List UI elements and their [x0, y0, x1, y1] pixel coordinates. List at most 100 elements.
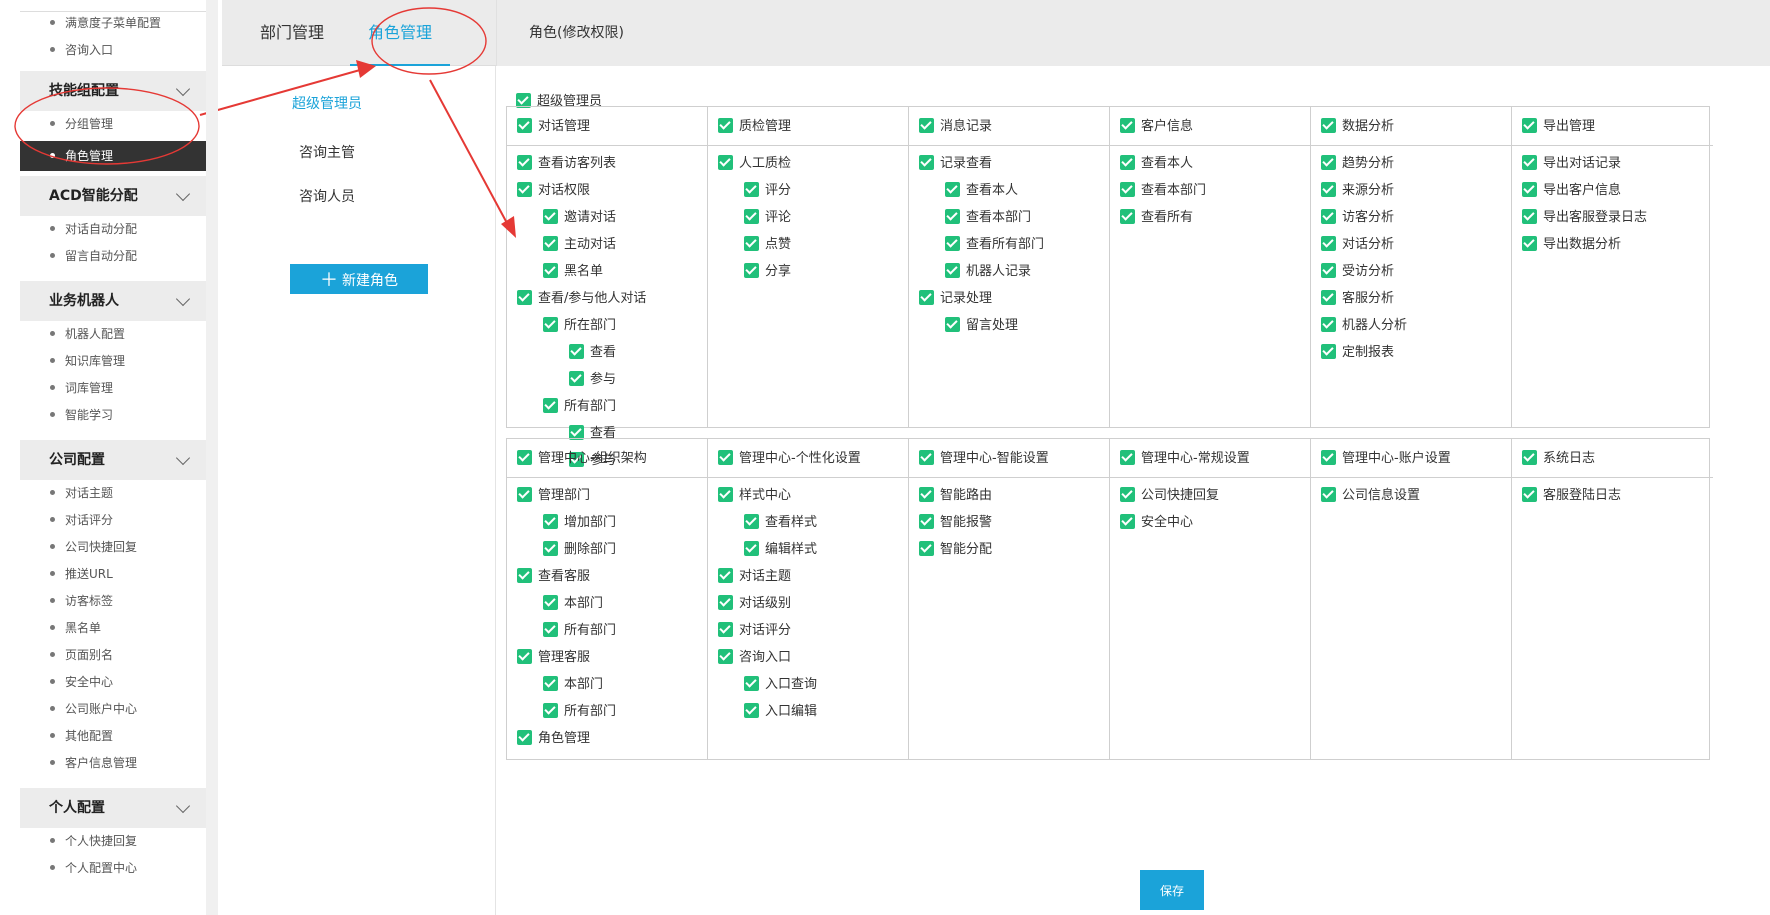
permission-item[interactable]: 样式中心 [708, 482, 908, 509]
sidebar-item[interactable]: 知识库管理 [50, 351, 125, 371]
sidebar-item[interactable]: 机器人配置 [50, 324, 125, 344]
permission-column-header[interactable]: 导出管理 [1512, 107, 1713, 146]
permission-item[interactable]: 邀请对话 [507, 204, 707, 231]
permission-column-header[interactable]: 对话管理 [507, 107, 707, 146]
sidebar-group-header[interactable]: 技能组配置 [20, 71, 207, 111]
permission-item[interactable]: 智能报警 [909, 509, 1109, 536]
sidebar-group-header[interactable]: 公司配置 [20, 440, 207, 480]
permission-item[interactable]: 管理部门 [507, 482, 707, 509]
sidebar-group-header[interactable]: ACD智能分配 [20, 176, 207, 216]
tab-role[interactable]: 角色管理 [350, 0, 450, 66]
permission-item[interactable]: 安全中心 [1110, 509, 1310, 536]
sidebar-item[interactable]: 访客标签 [50, 591, 113, 611]
permission-item[interactable]: 访客分析 [1311, 204, 1511, 231]
permission-item[interactable]: 对话级别 [708, 590, 908, 617]
sidebar-item[interactable]: 角色管理 [20, 141, 207, 171]
permission-item[interactable]: 客服分析 [1311, 285, 1511, 312]
sidebar-scrollbar[interactable] [206, 0, 218, 915]
permission-item[interactable]: 客服登陆日志 [1512, 482, 1713, 509]
sidebar-item[interactable]: 留言自动分配 [50, 246, 137, 266]
permission-item[interactable]: 本部门 [507, 671, 707, 698]
permission-item[interactable]: 趋势分析 [1311, 150, 1511, 177]
permission-item[interactable]: 导出客服登录日志 [1512, 204, 1713, 231]
permission-column-header[interactable]: 系统日志 [1512, 439, 1713, 478]
sidebar-group-header[interactable]: 业务机器人 [20, 281, 207, 321]
permission-item[interactable]: 记录查看 [909, 150, 1109, 177]
permission-item[interactable]: 定制报表 [1311, 339, 1511, 366]
permission-item[interactable]: 查看/参与他人对话 [507, 285, 707, 312]
sidebar-item[interactable]: 公司快捷回复 [50, 537, 137, 557]
sidebar-item[interactable]: 个人快捷回复 [50, 831, 137, 851]
sidebar-item[interactable]: 对话自动分配 [50, 219, 137, 239]
permission-item[interactable]: 增加部门 [507, 509, 707, 536]
permission-item[interactable]: 查看样式 [708, 509, 908, 536]
sidebar-item[interactable]: 对话评分 [50, 510, 113, 530]
permission-column-header[interactable]: 客户信息 [1110, 107, 1310, 146]
permission-item[interactable]: 角色管理 [507, 725, 707, 752]
sidebar-item[interactable]: 客户信息管理 [50, 753, 137, 773]
role-item-super-admin[interactable]: 超级管理员 [292, 93, 362, 113]
permission-column-header[interactable]: 管理中心-常规设置 [1110, 439, 1310, 478]
permission-item[interactable]: 智能分配 [909, 536, 1109, 563]
permission-item[interactable]: 查看本人 [909, 177, 1109, 204]
permission-item[interactable]: 查看 [507, 339, 707, 366]
role-item-consult-staff[interactable]: 咨询人员 [299, 186, 355, 206]
sidebar-item[interactable]: 推送URL [50, 564, 113, 584]
permission-column-header[interactable]: 管理中心-组织架构 [507, 439, 707, 478]
new-role-button[interactable]: ＋新建角色 [290, 264, 428, 294]
permission-item[interactable]: 机器人分析 [1311, 312, 1511, 339]
permission-item[interactable]: 所有部门 [507, 617, 707, 644]
permission-item[interactable]: 导出数据分析 [1512, 231, 1713, 258]
permission-item[interactable]: 删除部门 [507, 536, 707, 563]
sidebar-item[interactable]: 个人配置中心 [50, 858, 137, 878]
permission-item[interactable]: 分享 [708, 258, 908, 285]
permission-item[interactable]: 管理客服 [507, 644, 707, 671]
permission-item[interactable]: 对话分析 [1311, 231, 1511, 258]
permission-item[interactable]: 主动对话 [507, 231, 707, 258]
permission-item[interactable]: 对话权限 [507, 177, 707, 204]
save-button[interactable]: 保存 [1140, 870, 1204, 910]
permission-item[interactable]: 查看访客列表 [507, 150, 707, 177]
permission-column-header[interactable]: 消息记录 [909, 107, 1109, 146]
permission-item[interactable]: 人工质检 [708, 150, 908, 177]
permission-item[interactable]: 留言处理 [909, 312, 1109, 339]
permission-item[interactable]: 受访分析 [1311, 258, 1511, 285]
sidebar-item[interactable]: 安全中心 [50, 672, 113, 692]
sidebar-item[interactable]: 黑名单 [50, 618, 101, 638]
permission-item[interactable]: 查看所有 [1110, 204, 1310, 231]
permission-item[interactable]: 所有部门 [507, 393, 707, 420]
permission-column-header[interactable]: 管理中心-个性化设置 [708, 439, 908, 478]
permission-item[interactable]: 公司快捷回复 [1110, 482, 1310, 509]
sidebar-item[interactable]: 分组管理 [50, 114, 113, 134]
permission-item[interactable]: 查看本人 [1110, 150, 1310, 177]
permission-item[interactable]: 评分 [708, 177, 908, 204]
permission-item[interactable]: 导出对话记录 [1512, 150, 1713, 177]
sidebar-item[interactable]: 词库管理 [50, 378, 113, 398]
tab-department[interactable]: 部门管理 [260, 0, 324, 66]
permission-item[interactable]: 查看本部门 [909, 204, 1109, 231]
permission-item[interactable]: 所有部门 [507, 698, 707, 725]
sidebar-group-header[interactable]: 个人配置 [20, 788, 207, 828]
sidebar-item[interactable]: 智能学习 [50, 405, 113, 425]
sidebar-item[interactable]: 咨询入口 [50, 40, 113, 60]
permission-item[interactable]: 查看本部门 [1110, 177, 1310, 204]
permission-item[interactable]: 对话主题 [708, 563, 908, 590]
permission-item[interactable]: 记录处理 [909, 285, 1109, 312]
permission-column-header[interactable]: 数据分析 [1311, 107, 1511, 146]
permission-item[interactable]: 入口查询 [708, 671, 908, 698]
permission-column-header[interactable]: 质检管理 [708, 107, 908, 146]
role-item-consult-supervisor[interactable]: 咨询主管 [299, 142, 355, 162]
permission-item[interactable]: 查看所有部门 [909, 231, 1109, 258]
permission-item[interactable]: 评论 [708, 204, 908, 231]
permission-item[interactable]: 公司信息设置 [1311, 482, 1511, 509]
permission-item[interactable]: 智能路由 [909, 482, 1109, 509]
permission-item[interactable]: 对话评分 [708, 617, 908, 644]
permission-column-header[interactable]: 管理中心-智能设置 [909, 439, 1109, 478]
permission-item[interactable]: 编辑样式 [708, 536, 908, 563]
sidebar-item[interactable]: 对话主题 [50, 483, 113, 503]
sidebar-item[interactable]: 其他配置 [50, 726, 113, 746]
permission-item[interactable]: 咨询入口 [708, 644, 908, 671]
permission-item[interactable]: 点赞 [708, 231, 908, 258]
sidebar-item[interactable]: 公司账户中心 [50, 699, 137, 719]
permission-column-header[interactable]: 管理中心-账户设置 [1311, 439, 1511, 478]
